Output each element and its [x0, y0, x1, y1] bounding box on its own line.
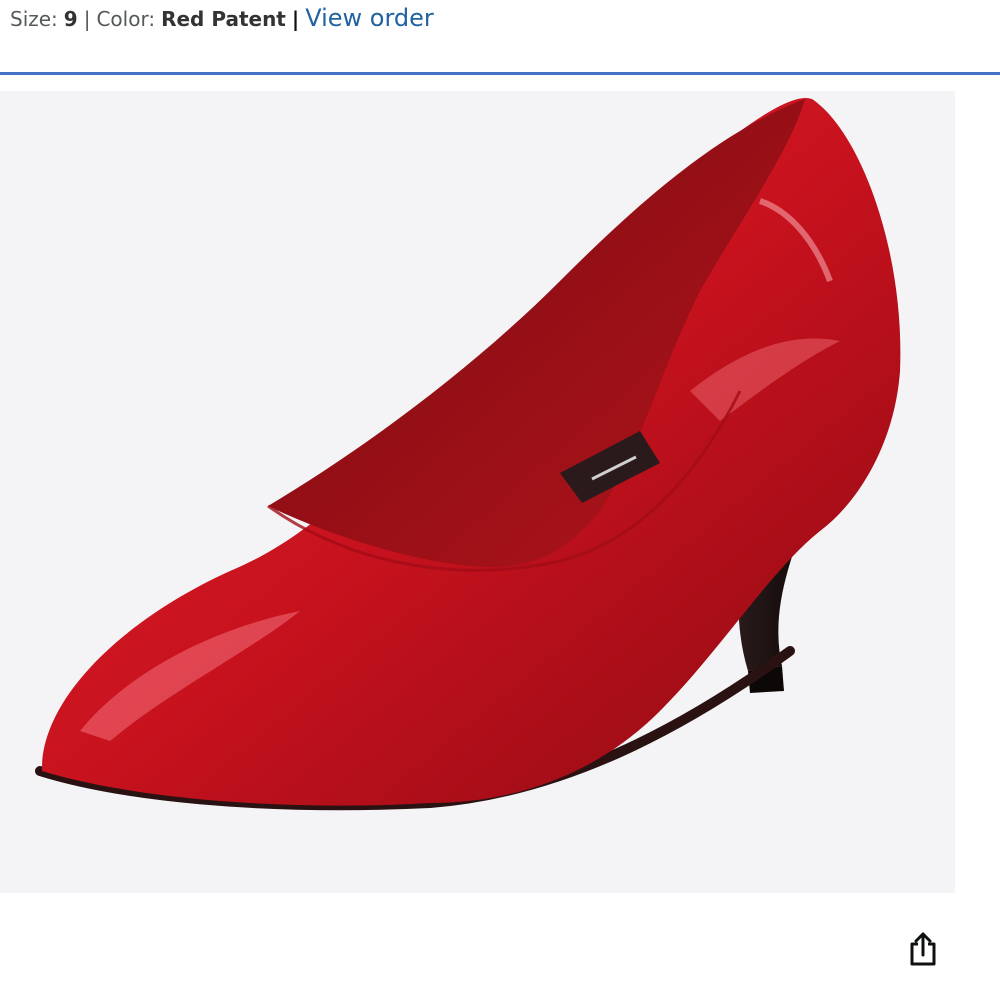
header-divider	[0, 72, 1000, 75]
size-value: 9	[63, 7, 78, 31]
product-detail-page: Size: 9 | Color: Red Patent | View order	[0, 0, 1000, 1000]
color-value: Red Patent	[161, 7, 286, 31]
share-button[interactable]	[903, 927, 943, 971]
separator: |	[291, 7, 300, 31]
shoe-illustration	[0, 91, 955, 893]
size-label: Size:	[10, 7, 58, 31]
share-icon	[910, 932, 936, 966]
variant-summary: Size: 9 | Color: Red Patent | View order	[10, 4, 434, 40]
color-label: Color:	[96, 7, 156, 31]
product-image[interactable]	[0, 91, 955, 893]
view-order-link[interactable]: View order	[305, 4, 434, 32]
separator: |	[83, 7, 91, 31]
